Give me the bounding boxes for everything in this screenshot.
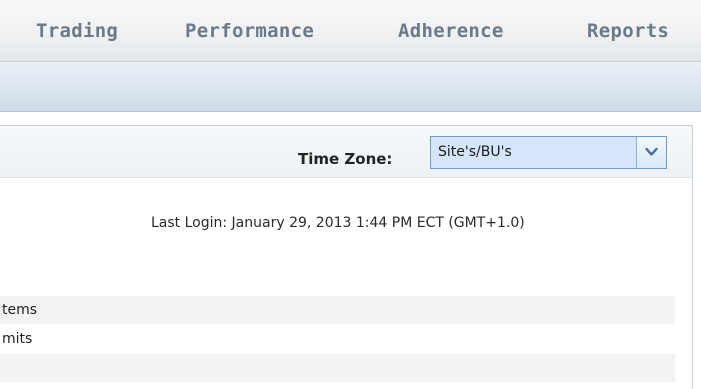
list-item[interactable]: mits: [0, 325, 675, 353]
list-item-label: tems: [2, 302, 38, 318]
nav-item-trading[interactable]: Trading: [36, 20, 118, 42]
list-item-label: mits: [2, 331, 33, 347]
top-navigation: Trading Performance Adherence Reports: [0, 0, 701, 62]
dropdown-button[interactable]: [636, 137, 666, 168]
last-login-text: Last Login: January 29, 2013 1:44 PM ECT…: [151, 215, 525, 231]
nav-item-reports[interactable]: Reports: [587, 20, 669, 42]
chevron-down-icon: [645, 147, 658, 156]
list-item[interactable]: [0, 354, 675, 382]
timezone-bar: Time Zone: Site's/BU's: [0, 126, 692, 178]
nav-item-adherence[interactable]: Adherence: [398, 20, 504, 42]
nav-item-performance[interactable]: Performance: [185, 20, 314, 42]
timezone-select[interactable]: Site's/BU's: [430, 136, 667, 169]
main-panel: Time Zone: Site's/BU's Last Login: Janua…: [0, 125, 693, 389]
list-item[interactable]: tems: [0, 296, 675, 324]
timezone-label: Time Zone:: [298, 150, 393, 168]
timezone-select-value: Site's/BU's: [438, 144, 512, 160]
sub-toolbar: [0, 62, 701, 112]
